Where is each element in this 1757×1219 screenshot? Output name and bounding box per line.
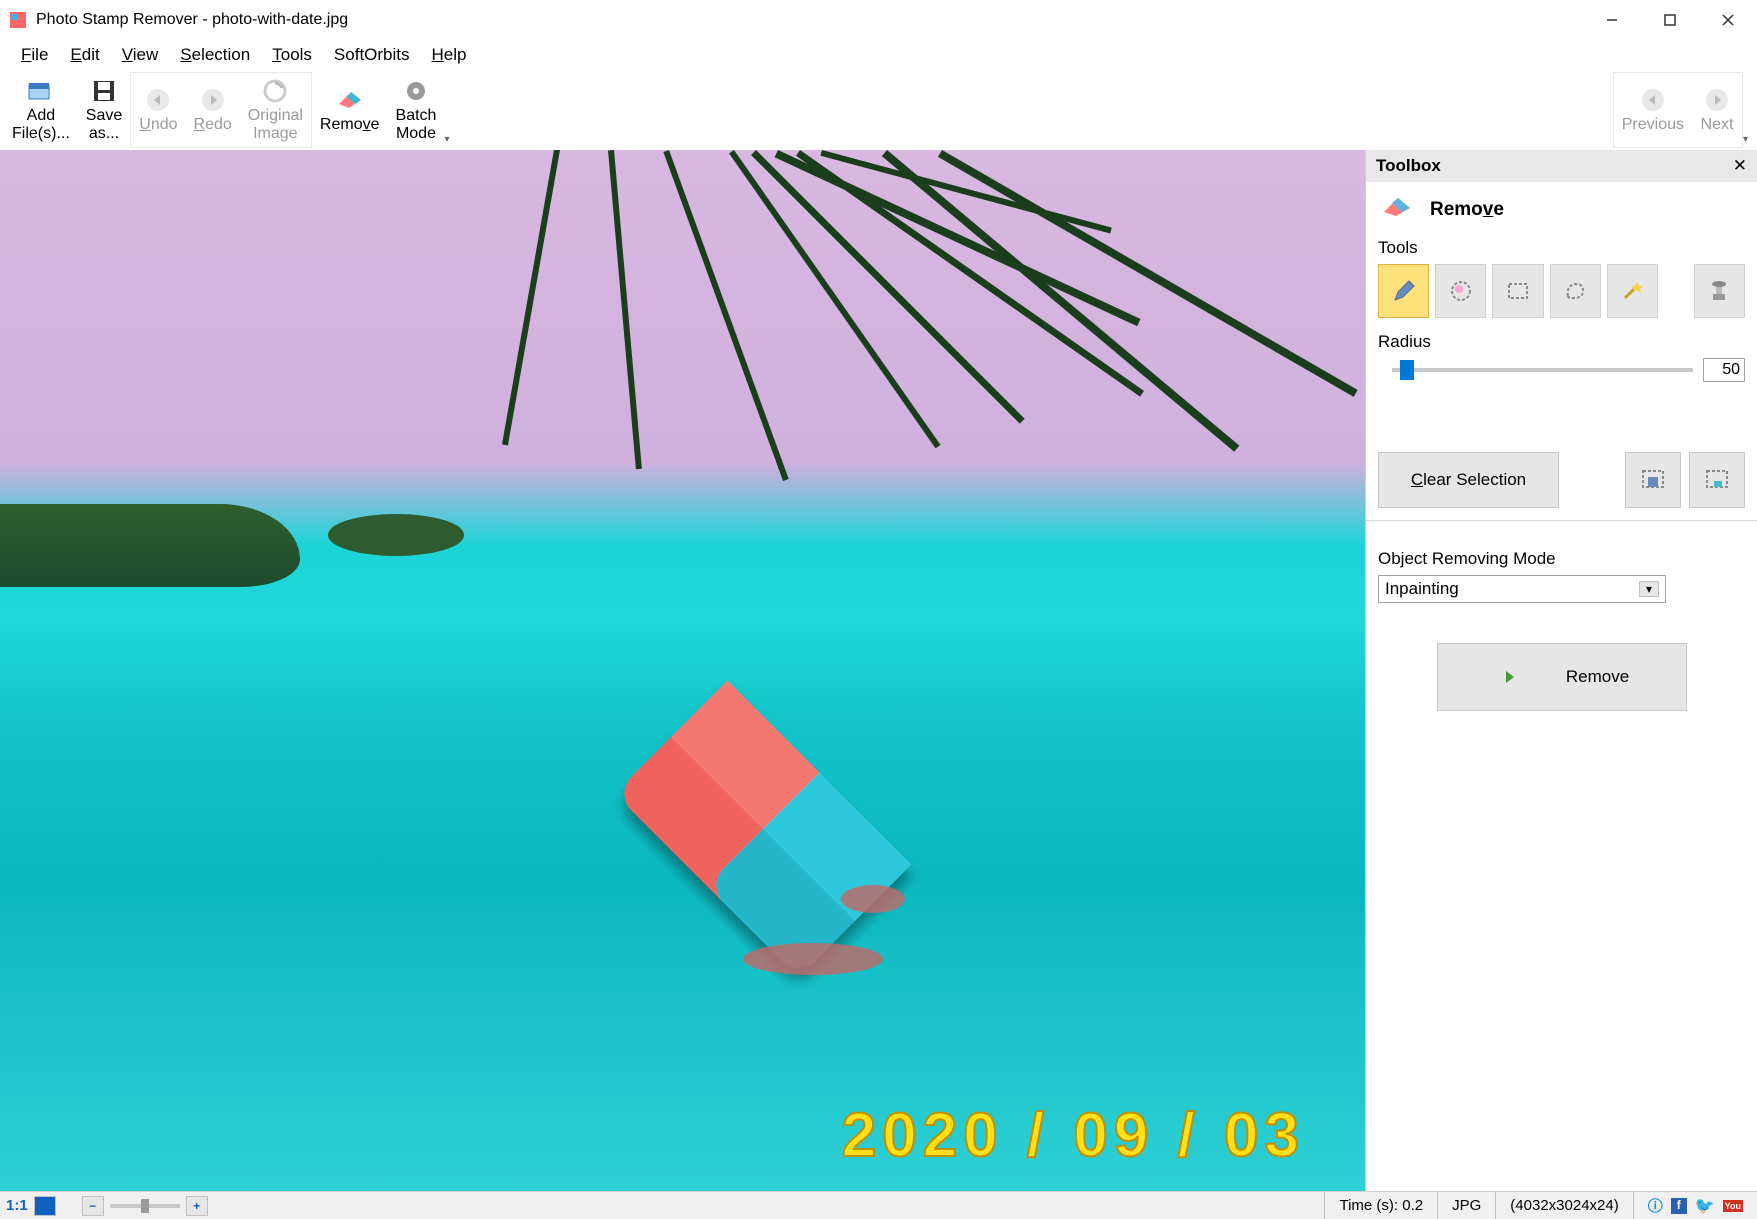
app-icon — [8, 10, 28, 30]
next-label: Next — [1701, 116, 1734, 134]
mode-value: Inpainting — [1385, 579, 1459, 599]
remove-header-label: Remove — [1430, 199, 1504, 221]
previous-icon — [1639, 86, 1667, 114]
close-button[interactable] — [1699, 0, 1757, 40]
pencil-tool[interactable] — [1378, 264, 1429, 318]
status-format: JPG — [1437, 1192, 1495, 1219]
fit-screen-button[interactable] — [34, 1196, 56, 1216]
toolbox-close-icon[interactable]: ✕ — [1733, 156, 1747, 176]
toolbar-overflow-left[interactable]: ▾ — [444, 134, 454, 148]
radius-label: Radius — [1378, 332, 1745, 352]
date-stamp-text: 2020 / 09 / 03 — [842, 1100, 1305, 1171]
save-icon — [90, 77, 118, 105]
image-canvas[interactable]: 2020 / 09 / 03 — [0, 150, 1365, 1191]
titlebar: Photo Stamp Remover - photo-with-date.jp… — [0, 0, 1757, 40]
original-image-button: OriginalImage — [240, 73, 311, 147]
add-files-label: AddFile(s)... — [12, 107, 70, 142]
undo-button: Undo — [131, 73, 185, 147]
zoom-in-button[interactable]: + — [186, 1196, 208, 1216]
next-button: Next — [1692, 73, 1742, 147]
color-selection-tool[interactable] — [1435, 264, 1486, 318]
maximize-button[interactable] — [1641, 0, 1699, 40]
clone-stamp-tool[interactable] — [1694, 264, 1745, 318]
batch-mode-button[interactable]: BatchMode — [388, 72, 445, 148]
remove-button-label: Remove — [1566, 667, 1629, 687]
menubar: File Edit View Selection Tools SoftOrbit… — [0, 40, 1757, 70]
menu-selection[interactable]: Selection — [171, 43, 259, 67]
menu-view[interactable]: View — [113, 43, 168, 67]
sidebar: Toolbox ✕ Remove Tools Radius — [1365, 150, 1757, 1191]
magic-wand-tool[interactable] — [1607, 264, 1658, 318]
previous-button: Previous — [1614, 73, 1692, 147]
zoom-slider[interactable] — [110, 1204, 180, 1208]
redo-label: Redo — [194, 116, 232, 134]
save-as-label: Saveas... — [86, 107, 122, 142]
undo-label: Undo — [139, 116, 177, 134]
zoom-ratio[interactable]: 1:1 — [6, 1197, 28, 1214]
undo-icon — [144, 86, 172, 114]
palm-graphic — [341, 150, 1365, 723]
chevron-down-icon: ▾ — [1639, 581, 1659, 597]
minimize-button[interactable] — [1583, 0, 1641, 40]
redo-button: Redo — [186, 73, 240, 147]
add-files-icon — [27, 77, 55, 105]
batch-mode-label: BatchMode — [396, 107, 437, 142]
island-graphic — [0, 504, 300, 587]
original-label: OriginalImage — [248, 107, 303, 142]
remove-button[interactable]: Remove — [1437, 643, 1687, 711]
gear-icon — [402, 77, 430, 105]
radius-slider[interactable] — [1392, 368, 1693, 372]
menu-edit[interactable]: Edit — [61, 43, 108, 67]
toolbox-header: Toolbox ✕ — [1366, 150, 1757, 182]
statusbar: 1:1 − + Time (s): 0.2 JPG (4032x3024x24)… — [0, 1191, 1757, 1219]
rectangle-selection-tool[interactable] — [1492, 264, 1543, 318]
facebook-icon[interactable]: f — [1671, 1198, 1687, 1214]
add-files-button[interactable]: AddFile(s)... — [4, 72, 78, 148]
status-time: Time (s): 0.2 — [1324, 1192, 1437, 1219]
radius-input[interactable] — [1703, 358, 1745, 382]
toolbar: AddFile(s)... Saveas... Undo Redo Origin… — [0, 70, 1757, 150]
menu-tools[interactable]: Tools — [263, 43, 321, 67]
remove-toolbar-button[interactable]: Remove — [312, 72, 388, 148]
window-title: Photo Stamp Remover - photo-with-date.jp… — [36, 11, 1583, 29]
next-icon — [1703, 86, 1731, 114]
load-mask-button[interactable] — [1689, 452, 1745, 508]
menu-file[interactable]: File — [12, 43, 57, 67]
remove-toolbar-label: Remove — [320, 116, 380, 134]
redo-icon — [199, 86, 227, 114]
status-dimensions: (4032x3024x24) — [1495, 1192, 1632, 1219]
previous-label: Previous — [1622, 116, 1684, 134]
tools-label: Tools — [1378, 238, 1745, 258]
mode-label: Object Removing Mode — [1378, 549, 1745, 569]
menu-help[interactable]: Help — [423, 43, 476, 67]
info-icon[interactable]: ⓘ — [1648, 1195, 1663, 1216]
save-as-button[interactable]: Saveas... — [78, 72, 130, 148]
menu-softorbits[interactable]: SoftOrbits — [325, 43, 419, 67]
clear-selection-button[interactable]: Clear Selection — [1378, 452, 1559, 508]
zoom-out-button[interactable]: − — [82, 1196, 104, 1216]
eraser-icon — [336, 86, 364, 114]
youtube-icon[interactable]: You — [1723, 1200, 1743, 1212]
mode-combobox[interactable]: Inpainting ▾ — [1378, 575, 1666, 603]
toolbox-title: Toolbox — [1376, 156, 1441, 176]
save-mask-button[interactable] — [1625, 452, 1681, 508]
twitter-icon[interactable]: 🐦 — [1695, 1196, 1715, 1216]
toolbar-overflow-right[interactable]: ▾ — [1743, 134, 1753, 148]
original-icon — [261, 77, 289, 105]
remove-header-icon — [1382, 196, 1412, 224]
lasso-tool[interactable] — [1550, 264, 1601, 318]
app-logo-overlay — [573, 639, 953, 1019]
